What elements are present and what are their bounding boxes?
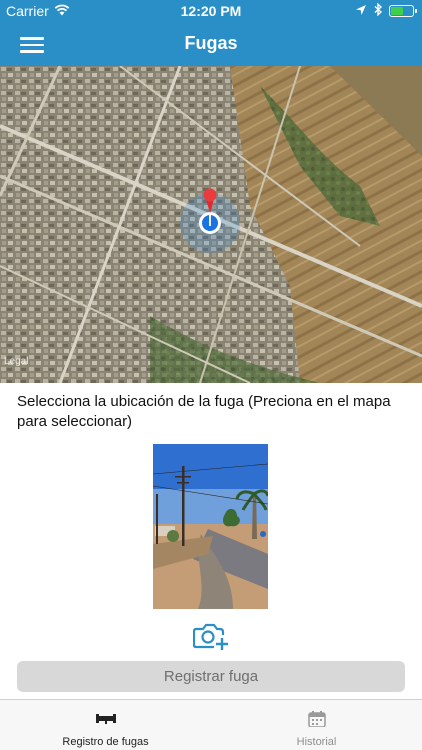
app-screen: Carrier 12:20 PM Fugas Legal Selecciona … <box>0 0 422 750</box>
instruction-text: Selecciona la ubicación de la fuga (Prec… <box>17 393 391 430</box>
tab-historial[interactable]: Historial <box>211 700 422 750</box>
tab-bar: Registro de fugas Historial <box>0 699 422 750</box>
location-arrow-icon <box>355 3 367 19</box>
bluetooth-icon <box>374 2 383 19</box>
status-bar: Carrier 12:20 PM <box>0 0 422 22</box>
tab-registro-de-fugas[interactable]: Registro de fugas <box>0 700 211 750</box>
navigation-bar: Fugas <box>0 22 422 66</box>
leak-photo <box>153 444 268 609</box>
map-legal-link[interactable]: Legal <box>4 356 28 367</box>
pipe-icon <box>96 711 116 727</box>
tab-label: Registro de fugas <box>62 736 149 748</box>
calendar-icon <box>307 711 327 728</box>
camera-add-icon[interactable] <box>192 621 229 651</box>
status-right-group <box>355 2 417 19</box>
tab-label: Historial <box>296 736 337 748</box>
satellite-imagery <box>0 66 422 383</box>
register-leak-button[interactable]: Registrar fuga <box>17 661 405 692</box>
battery-icon <box>389 5 417 17</box>
map-view[interactable]: Legal <box>0 66 422 383</box>
user-location-icon <box>199 212 221 234</box>
page-title: Fugas <box>184 33 238 53</box>
battery-fill <box>391 7 403 15</box>
